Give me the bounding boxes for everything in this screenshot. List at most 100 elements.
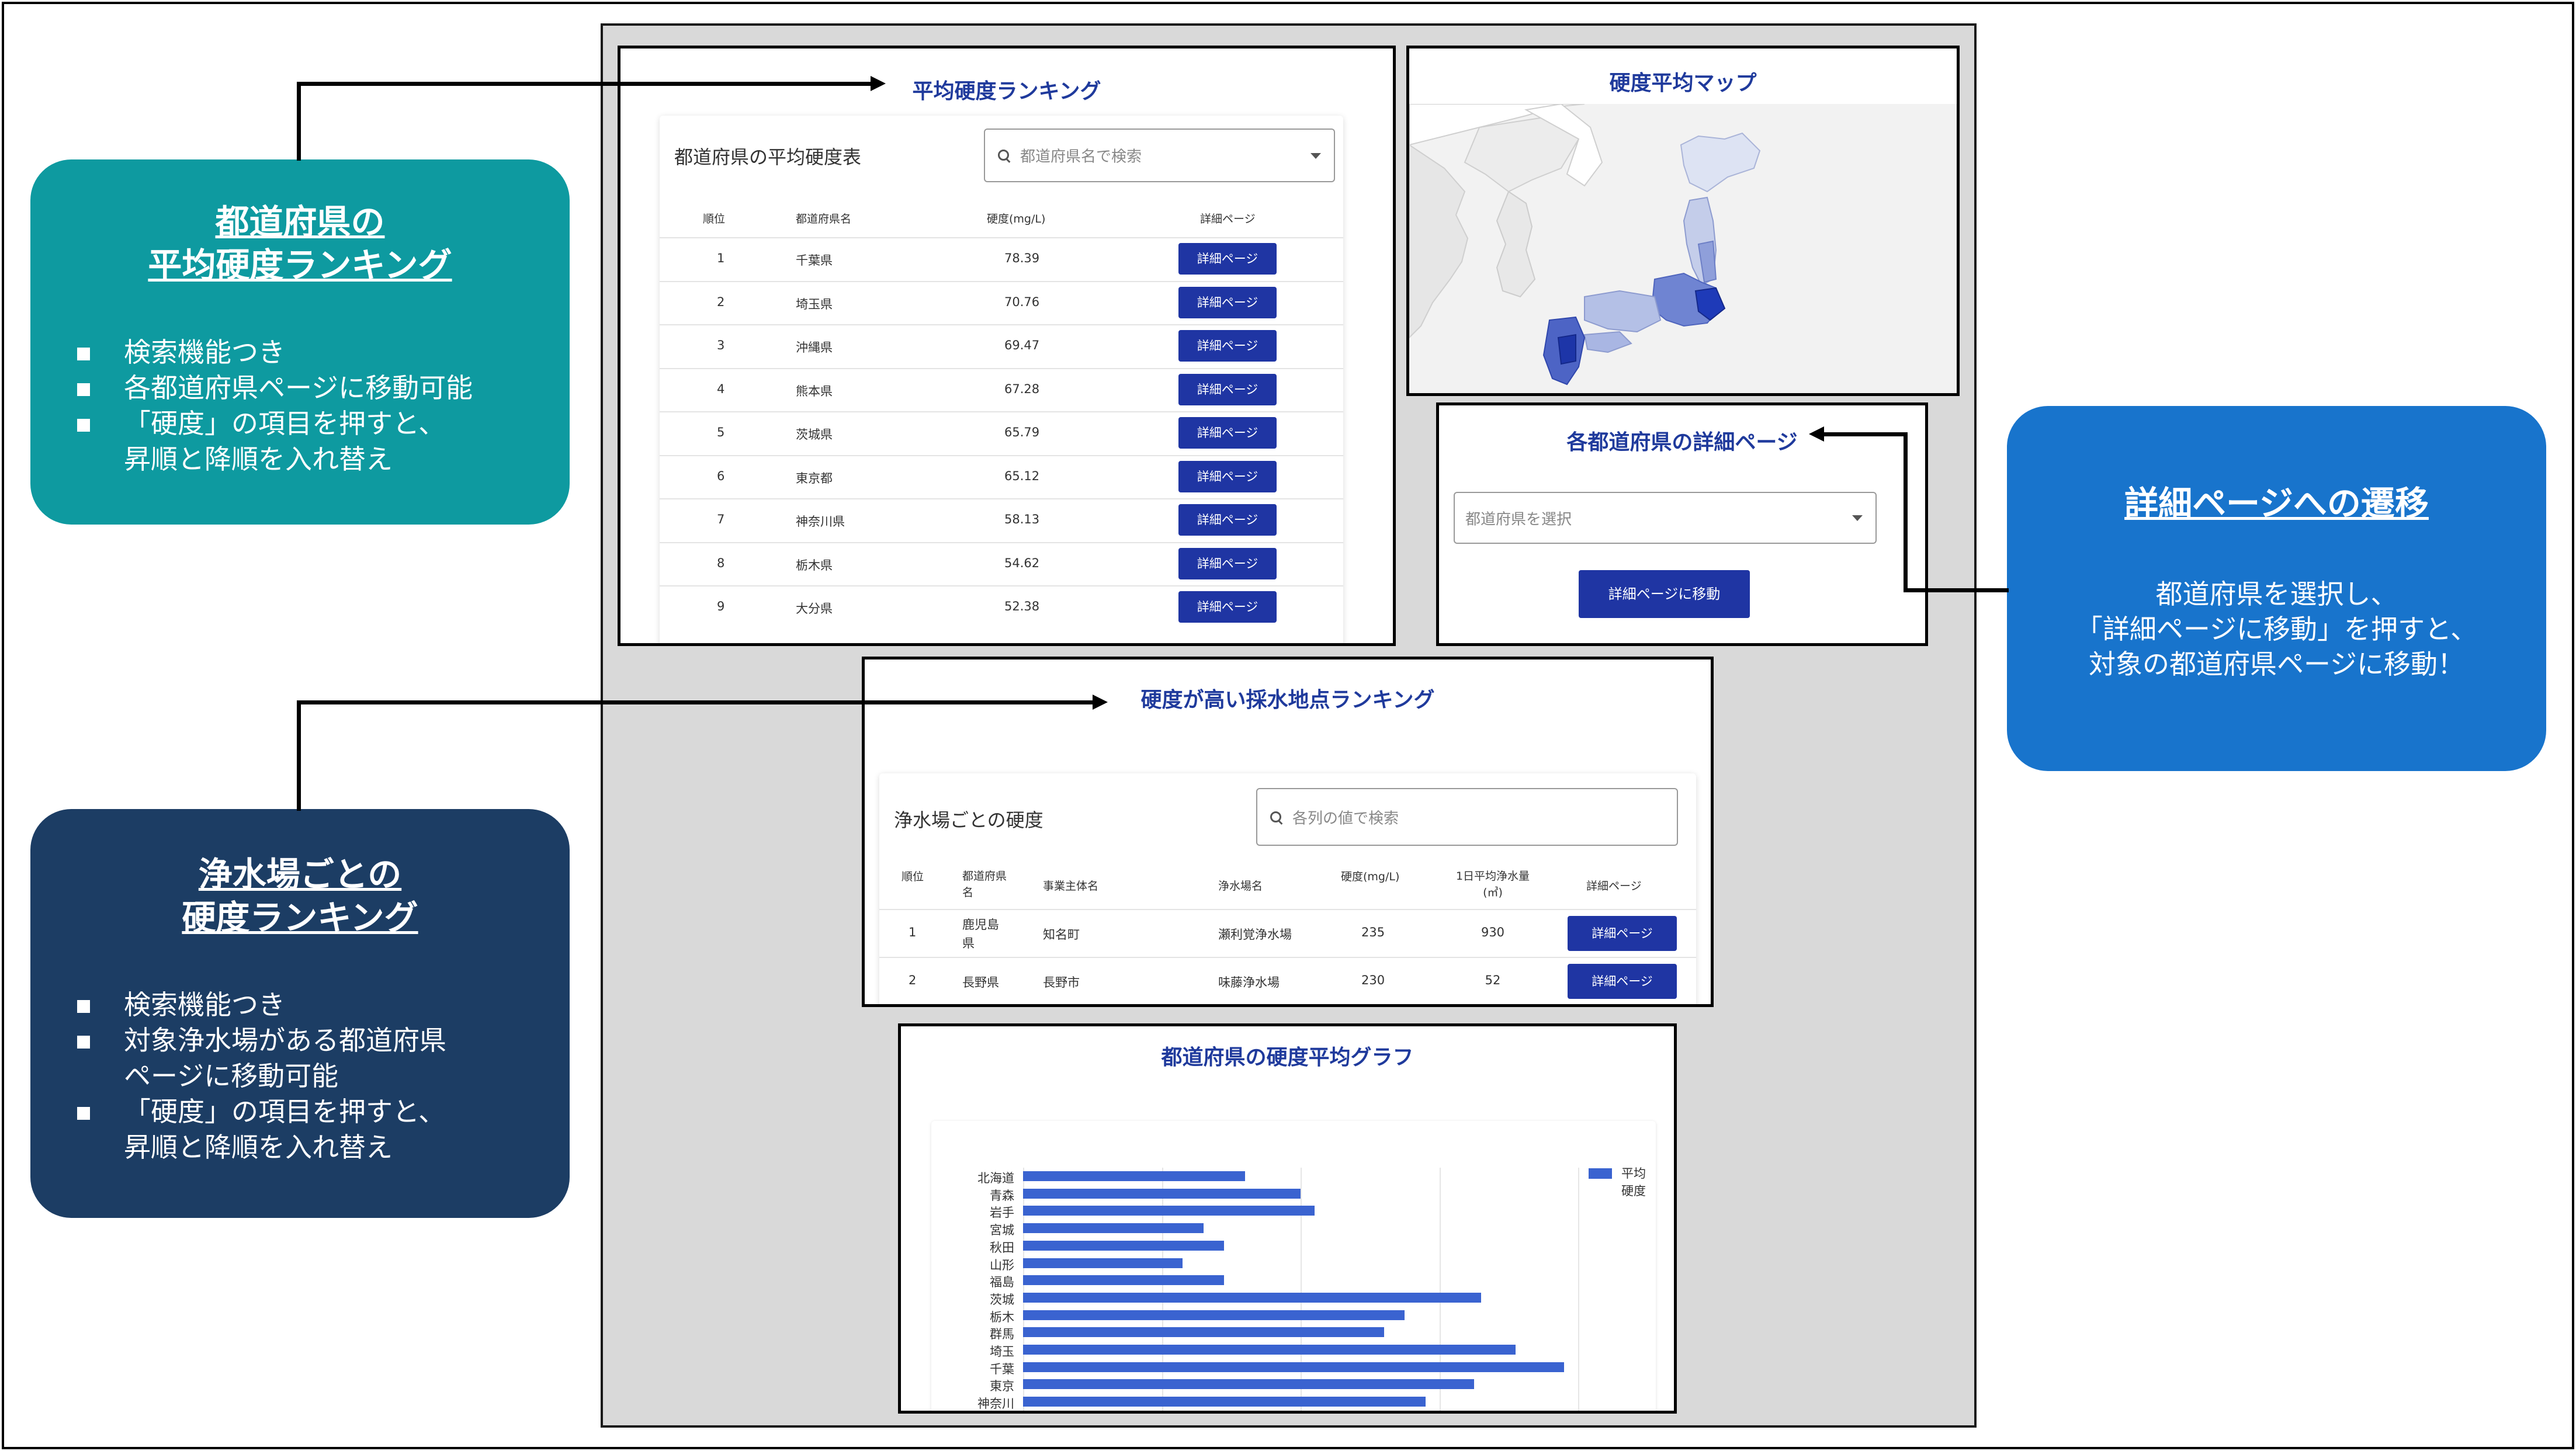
chart-bar[interactable] xyxy=(1023,1327,1384,1338)
ranking-panel: 平均硬度ランキング 都道府県の平均硬度表 都道府県名で検索 順位 都道府県名 硬… xyxy=(618,46,1396,646)
prefecture-cell: 鹿児島県 xyxy=(962,915,999,953)
chart-bar[interactable] xyxy=(1023,1206,1315,1216)
chart-bar[interactable] xyxy=(1023,1171,1245,1181)
hardness-cell: 78.39 xyxy=(1004,251,1040,266)
rank-cell: 3 xyxy=(717,338,725,353)
column-header-rank: 順位 xyxy=(902,870,924,883)
detail-page-button[interactable]: 詳細ページ xyxy=(1178,591,1277,623)
chart-bar[interactable] xyxy=(1023,1223,1204,1234)
bullet-text: 検索機能つき xyxy=(124,336,285,368)
column-header-detail: 詳細ページ xyxy=(1200,213,1256,225)
rank-cell: 8 xyxy=(717,556,725,570)
category-tick-label: 東京 xyxy=(990,1379,1014,1394)
category-tick-label: 茨城 xyxy=(990,1292,1014,1307)
prefecture-cell-line1: 長野県 xyxy=(962,976,999,990)
hardness-cell: 67.28 xyxy=(1004,381,1040,396)
callout-plant-ranking-bullets: 検索機能つき 対象浄水場がある都道府県 ページに移動可能 「硬度」の項目を押すと… xyxy=(65,987,446,1165)
chart-bar[interactable] xyxy=(1023,1379,1474,1390)
prefecture-search-input[interactable]: 都道府県名で検索 xyxy=(984,129,1335,182)
bullet-item-continued: 昇順と降順を入れ替え xyxy=(65,1130,446,1165)
prefecture-select[interactable]: 都道府県を選択 xyxy=(1454,492,1877,544)
detail-page-button[interactable]: 詳細ページ xyxy=(1178,417,1277,449)
plant-table-heading: 浄水場ごとの硬度 xyxy=(894,809,1043,831)
callout-plant-ranking-title: 浄水場ごとの 硬度ランキング xyxy=(30,853,570,939)
search-icon xyxy=(1270,811,1282,823)
chart-bar[interactable] xyxy=(1023,1292,1481,1303)
hardness-cell: 54.62 xyxy=(1004,556,1040,570)
bullet-item-continued: 昇順と降順を入れ替え xyxy=(65,442,473,477)
chart-bar[interactable] xyxy=(1023,1397,1426,1407)
rank-cell: 9 xyxy=(717,599,725,614)
column-header-operator: 事業主体名 xyxy=(1043,880,1099,893)
callout-prefecture-ranking-bullets: 検索機能つき 各都道府県ページに移動可能 「硬度」の項目を押すと、 昇順と降順を… xyxy=(65,335,473,477)
bullet-square-icon xyxy=(77,1036,90,1049)
bullet-item: 検索機能つき xyxy=(65,987,446,1023)
bullet-text: 各都道府県ページに移動可能 xyxy=(124,372,473,404)
callout-plant-ranking: 浄水場ごとの 硬度ランキング 検索機能つき 対象浄水場がある都道府県 ページに移… xyxy=(30,809,570,1218)
chart-bar[interactable] xyxy=(1023,1258,1183,1268)
ranking-table-heading: 都道府県の平均硬度表 xyxy=(674,146,862,168)
plant-name-cell: 味藤浄水場 xyxy=(1218,976,1280,990)
column-header-detail: 詳細ページ xyxy=(1586,880,1642,893)
chart-bar[interactable] xyxy=(1023,1275,1225,1286)
column-header-volume-line1: 1日平均浄水量 xyxy=(1455,870,1530,883)
row-divider xyxy=(660,541,1343,543)
detail-panel-title: 各都道府県の詳細ページ xyxy=(1566,431,1798,454)
detail-page-button[interactable]: 詳細ページ xyxy=(1178,547,1277,579)
map-panel: 硬度平均マップ xyxy=(1406,46,1960,396)
detail-page-button[interactable]: 詳細ページ xyxy=(1178,243,1277,275)
rank-cell: 1 xyxy=(717,251,725,266)
detail-page-button[interactable]: 詳細ページ xyxy=(1568,916,1677,951)
chart-bar[interactable] xyxy=(1023,1345,1516,1355)
column-header-hardness[interactable]: 硬度(mg/L) xyxy=(1341,868,1399,884)
callout-detail-transition: 詳細ページへの遷移 都道府県を選択し、 「詳細ページに移動」を押すと、 対象の都… xyxy=(2007,406,2546,771)
hardness-cell: 69.47 xyxy=(1004,338,1040,353)
callout-prefecture-ranking: 都道府県の 平均硬度ランキング 検索機能つき 各都道府県ページに移動可能 「硬度… xyxy=(30,159,570,525)
prefecture-cell: 神奈川県 xyxy=(796,515,845,529)
detail-page-button[interactable]: 詳細ページ xyxy=(1568,964,1677,999)
chart-bar[interactable] xyxy=(1023,1362,1565,1372)
legend-swatch xyxy=(1589,1168,1612,1179)
hardness-cell: 58.13 xyxy=(1004,512,1040,527)
plant-name-cell: 瀬利覚浄水場 xyxy=(1218,928,1292,942)
row-divider xyxy=(660,324,1343,325)
category-tick-label: 岩手 xyxy=(990,1206,1014,1220)
chart-area: 北海道 青森 岩手 宮城 秋田 山形 福島 茨城 栃木 群馬 埼玉 千葉 東京 神奈川 xyxy=(931,1121,1656,1411)
prefecture-cell: 埼玉県 xyxy=(796,297,833,311)
rank-cell: 5 xyxy=(717,425,725,440)
callout-title-line1: 都道府県の xyxy=(215,202,385,242)
detail-page-button[interactable]: 詳細ページ xyxy=(1178,373,1277,405)
plant-search-input[interactable]: 各列の値で検索 xyxy=(1256,788,1678,846)
search-placeholder: 都道府県名で検索 xyxy=(1020,148,1142,166)
detail-page-button[interactable]: 詳細ページ xyxy=(1178,504,1277,536)
bullet-text: 昇順と降順を入れ替え xyxy=(124,443,393,475)
detail-page-button[interactable]: 詳細ページ xyxy=(1178,330,1277,362)
bullet-text: 昇順と降順を入れ替え xyxy=(124,1131,393,1163)
chart-bar[interactable] xyxy=(1023,1310,1405,1320)
go-to-detail-button[interactable]: 詳細ページに移動 xyxy=(1579,570,1750,618)
legend-label: 平均 硬度 xyxy=(1621,1165,1646,1200)
column-header-rank: 順位 xyxy=(703,213,726,225)
chevron-down-icon[interactable] xyxy=(1852,515,1863,521)
search-icon xyxy=(998,150,1010,161)
category-tick-label: 栃木 xyxy=(990,1310,1014,1324)
chart-gridline xyxy=(1023,1168,1024,1411)
category-tick-label: 秋田 xyxy=(990,1240,1014,1255)
bullet-square-icon xyxy=(77,1000,90,1013)
chevron-down-icon[interactable] xyxy=(1310,153,1321,159)
chart-bar[interactable] xyxy=(1023,1188,1301,1199)
column-header-prefecture-line1: 都道府県 xyxy=(962,870,1007,883)
hardness-cell: 65.79 xyxy=(1004,425,1040,440)
column-header-hardness[interactable]: 硬度(mg/L) xyxy=(987,210,1045,226)
ranking-card: 都道府県の平均硬度表 都道府県名で検索 順位 都道府県名 硬度(mg/L) 詳細… xyxy=(660,116,1343,643)
ranking-panel-title: 平均硬度ランキング xyxy=(912,79,1101,103)
japan-hardness-map[interactable] xyxy=(1409,104,1957,393)
chart-bar[interactable] xyxy=(1023,1240,1225,1251)
bullet-item: 「硬度」の項目を押すと、 xyxy=(65,406,473,442)
graph-card: 北海道 青森 岩手 宮城 秋田 山形 福島 茨城 栃木 群馬 埼玉 千葉 東京 神奈川 平均 硬度 xyxy=(931,1121,1656,1411)
category-tick-label: 北海道 xyxy=(977,1171,1014,1185)
bullet-item: 各都道府県ページに移動可能 xyxy=(65,370,473,406)
prefecture-cell: 沖縄県 xyxy=(796,341,833,355)
detail-page-button[interactable]: 詳細ページ xyxy=(1178,460,1277,492)
detail-page-button[interactable]: 詳細ページ xyxy=(1178,286,1277,318)
